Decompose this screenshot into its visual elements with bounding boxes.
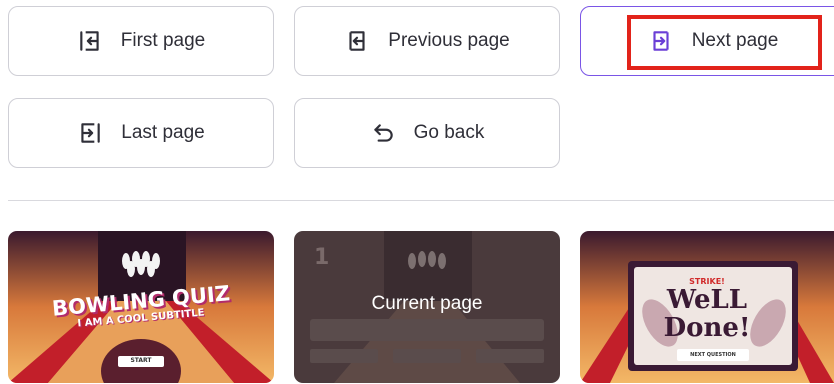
well-done-line2: Done! — [663, 313, 751, 343]
current-page-label: Current page — [371, 293, 483, 314]
next-page-button[interactable]: Next page — [580, 6, 834, 76]
go-back-label: Go back — [413, 122, 485, 143]
previous-page-icon — [344, 28, 370, 54]
thumbnail-well-done[interactable]: STRIKE! WeLL Done! NEXT QUESTION — [580, 231, 834, 383]
first-page-icon — [77, 28, 103, 54]
next-question-button: NEXT QUESTION — [690, 352, 736, 358]
first-page-button[interactable]: First page — [8, 6, 274, 76]
first-page-label: First page — [120, 30, 206, 51]
last-page-label: Last page — [121, 122, 205, 143]
last-page-icon — [77, 120, 103, 146]
go-back-icon — [370, 120, 396, 146]
go-back-button[interactable]: Go back — [294, 98, 560, 168]
well-done-line1: WeLL — [666, 285, 748, 315]
next-page-icon — [648, 28, 674, 54]
last-page-button[interactable]: Last page — [8, 98, 274, 168]
thumbnail-start-page[interactable]: BOWLING QUIZ I AM A COOL SUBTITLE START — [8, 231, 274, 383]
slide-number: 1 — [314, 245, 330, 270]
thumbnail-start-button: START — [130, 357, 152, 364]
previous-page-label: Previous page — [388, 30, 510, 51]
previous-page-button[interactable]: Previous page — [294, 6, 560, 76]
thumbnail-current-page[interactable]: 1 Current page — [294, 231, 560, 383]
section-divider — [8, 200, 834, 201]
next-page-label: Next page — [691, 30, 779, 51]
